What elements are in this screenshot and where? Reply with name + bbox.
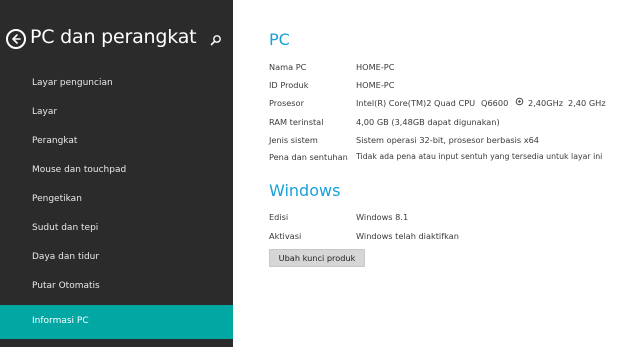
info-value: Sistem operasi 32-bit, prosesor berbasis… <box>356 135 540 145</box>
search-icon[interactable] <box>210 33 222 46</box>
info-label: Nama PC <box>269 62 307 72</box>
sidebar-item-informasi-pc[interactable]: Informasi PC <box>0 305 233 339</box>
sidebar-header: PC dan perangkat <box>0 0 233 62</box>
sidebar-item-label: Perangkat <box>32 136 78 146</box>
info-row-jenis-sistem: Jenis sistem Sistem operasi 32-bit, pros… <box>269 135 629 149</box>
windows-section-heading: Windows <box>269 181 341 200</box>
info-row-id-produk: ID Produk HOME-PC <box>269 80 629 94</box>
sidebar-item-layar[interactable]: Layar <box>0 99 233 128</box>
info-row-aktivasi: Aktivasi Windows telah diaktifkan <box>269 231 629 245</box>
info-row-edisi: Edisi Windows 8.1 <box>269 212 629 226</box>
sidebar-item-perangkat[interactable]: Perangkat <box>0 128 233 157</box>
sidebar-item-label: Mouse dan touchpad <box>32 165 127 175</box>
info-value: Windows 8.1 <box>356 212 409 222</box>
sidebar-item-sudut-tepi[interactable]: Sudut dan tepi <box>0 215 233 244</box>
change-product-key-button[interactable]: Ubah kunci produk <box>269 249 365 267</box>
sidebar-item-label: Layar penguncian <box>32 78 113 88</box>
info-row-nama-pc: Nama PC HOME-PC <box>269 62 629 76</box>
main-content: PC Nama PC HOME-PC ID Produk HOME-PC Pro… <box>233 0 640 347</box>
info-label: Pena dan sentuhan <box>269 152 348 162</box>
info-value: HOME-PC <box>356 62 395 72</box>
cpu-model: Q6600 <box>481 98 509 108</box>
sidebar-item-label: Sudut dan tepi <box>32 223 99 233</box>
sidebar-nav: Layar penguncian Layar Perangkat Mouse d… <box>0 70 233 339</box>
sidebar-item-label: Putar Otomatis <box>32 281 100 291</box>
sidebar-item-pengetikan[interactable]: Pengetikan <box>0 186 233 215</box>
info-value: Windows telah diaktifkan <box>356 231 459 241</box>
info-row-ram: RAM terinstal 4,00 GB (3,48GB dapat digu… <box>269 117 629 131</box>
sidebar: PC dan perangkat Layar penguncian Layar … <box>0 0 233 347</box>
info-row-pena-sentuhan: Pena dan sentuhan Tidak ada pena atau in… <box>269 152 639 166</box>
sidebar-item-mouse-touchpad[interactable]: Mouse dan touchpad <box>0 157 233 186</box>
info-row-prosesor: Prosesor Intel(R) Core(TM)2 Quad CPU Q66… <box>269 97 639 112</box>
cpu-speed: 2,40GHz <box>528 98 564 108</box>
sidebar-item-daya-tidur[interactable]: Daya dan tidur <box>0 244 233 273</box>
info-label: Aktivasi <box>269 231 302 241</box>
info-value: 4,00 GB (3,48GB dapat digunakan) <box>356 117 500 127</box>
info-value: Tidak ada pena atau input sentuh yang te… <box>356 152 603 161</box>
info-label: Edisi <box>269 212 289 222</box>
sidebar-item-layar-penguncian[interactable]: Layar penguncian <box>0 70 233 99</box>
info-label: RAM terinstal <box>269 117 324 127</box>
cpu-icon <box>515 97 524 108</box>
info-label: ID Produk <box>269 80 309 90</box>
pc-section-heading: PC <box>269 30 290 49</box>
sidebar-item-label: Layar <box>32 107 58 117</box>
sidebar-item-label: Pengetikan <box>32 194 82 204</box>
info-label: Jenis sistem <box>269 135 318 145</box>
sidebar-title: PC dan perangkat <box>30 26 197 48</box>
sidebar-item-putar-otomatis[interactable]: Putar Otomatis <box>0 273 233 302</box>
cpu-speed-actual: 2,40 GHz <box>568 98 606 108</box>
info-value: Intel(R) Core(TM)2 Quad CPU <box>356 98 476 108</box>
back-arrow-icon[interactable] <box>6 29 26 49</box>
sidebar-item-label: Informasi PC <box>32 316 89 326</box>
sidebar-item-label: Daya dan tidur <box>32 252 100 262</box>
info-value: HOME-PC <box>356 80 395 90</box>
info-label: Prosesor <box>269 98 304 108</box>
